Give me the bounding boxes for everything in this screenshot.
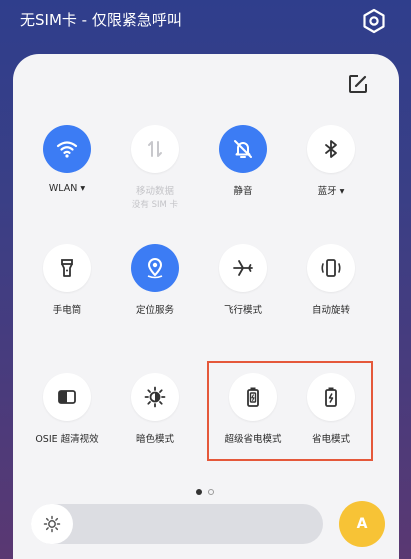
gear-icon[interactable]	[361, 8, 387, 34]
brightness-icon	[43, 515, 61, 533]
osie-button[interactable]	[43, 373, 91, 421]
location-icon	[147, 257, 163, 279]
tile-bluetooth[interactable]: 蓝牙 ▾	[286, 125, 376, 221]
quick-settings-panel: WLAN ▾ 移动数据 没有 SIM 卡 静音 蓝牙 ▾ 手电筒 定位服务 飞行…	[13, 54, 399, 559]
page-dot-inactive	[208, 489, 214, 495]
tile-mute[interactable]: 静音	[198, 125, 288, 221]
location-button[interactable]	[131, 244, 179, 292]
status-bar: 无SIM卡 - 仅限紧急呼叫	[0, 0, 411, 48]
flashlight-button[interactable]	[43, 244, 91, 292]
mobile-data-button[interactable]	[131, 125, 179, 173]
tile-flashlight[interactable]: 手电筒	[22, 244, 112, 340]
mute-button[interactable]	[219, 125, 267, 173]
tile-label: WLAN ▾	[48, 183, 86, 194]
osie-icon	[58, 390, 76, 404]
tile-location[interactable]: 定位服务	[110, 244, 200, 340]
tile-label: 移动数据	[135, 186, 174, 197]
auto-rotate-button[interactable]	[307, 244, 355, 292]
page-indicator	[190, 487, 222, 497]
tile-sublabel: 没有 SIM 卡	[131, 200, 179, 210]
edit-icon[interactable]	[347, 73, 369, 95]
airplane-button[interactable]	[219, 244, 267, 292]
wifi-icon	[56, 141, 78, 158]
brightness-slider[interactable]	[31, 504, 323, 544]
bell-mute-icon	[234, 140, 252, 158]
auto-rotate-icon	[321, 259, 341, 277]
dark-mode-icon	[144, 386, 166, 408]
tile-osie[interactable]: OSIE 超清视效	[22, 373, 112, 469]
tile-wlan[interactable]: WLAN ▾	[22, 125, 112, 221]
tile-label: 定位服务	[135, 305, 174, 316]
auto-brightness-button[interactable]: A	[339, 501, 385, 547]
highlight-box	[207, 361, 373, 461]
tile-label: 手电筒	[52, 305, 82, 316]
tile-label: 飞行模式	[223, 305, 262, 316]
flashlight-icon	[61, 259, 73, 277]
tile-label: 暗色模式	[135, 434, 174, 445]
tile-label: OSIE 超清视效	[35, 434, 99, 445]
bluetooth-icon	[325, 140, 337, 158]
tile-mobile-data[interactable]: 移动数据 没有 SIM 卡	[110, 125, 200, 221]
airplane-icon	[233, 260, 253, 276]
tile-label: 自动旋转	[311, 305, 350, 316]
tile-dark-mode[interactable]: 暗色模式	[110, 373, 200, 469]
tile-label: 静音	[233, 186, 253, 197]
mobile-data-icon	[148, 141, 162, 157]
bluetooth-button[interactable]	[307, 125, 355, 173]
dark-mode-button[interactable]	[131, 373, 179, 421]
tile-auto-rotate[interactable]: 自动旋转	[286, 244, 376, 340]
page-dot-active	[196, 489, 202, 495]
tile-airplane[interactable]: 飞行模式	[198, 244, 288, 340]
tile-label: 蓝牙 ▾	[317, 186, 345, 197]
carrier-status-text: 无SIM卡 - 仅限紧急呼叫	[20, 11, 182, 29]
wifi-button[interactable]	[43, 125, 91, 173]
